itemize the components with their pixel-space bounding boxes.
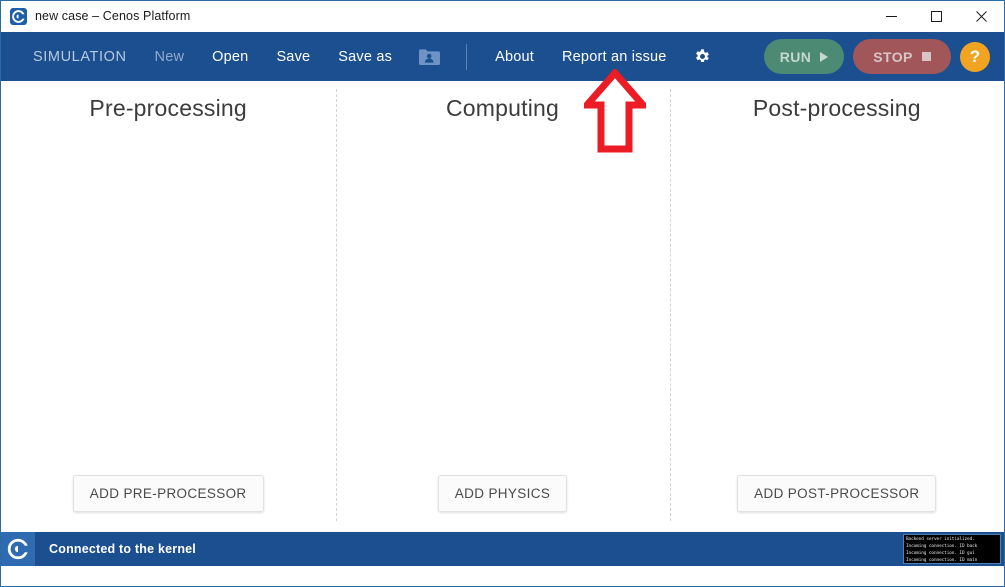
menu-item-new[interactable]: New (141, 43, 199, 71)
menu-item-open[interactable]: Open (198, 43, 262, 71)
stop-button[interactable]: STOP (853, 39, 951, 74)
menu-action-group: RUN STOP ? (764, 32, 990, 81)
cenos-platform-window: new case – Cenos Platform SIMULATION New… (0, 0, 1005, 587)
kernel-console-panel[interactable]: Backend server initialized. Incoming con… (903, 534, 1001, 564)
close-button[interactable] (959, 1, 1004, 32)
console-line: Incoming connection. ID back (906, 544, 978, 549)
add-physics-button[interactable]: ADD PHYSICS (437, 475, 568, 512)
title-bar: new case – Cenos Platform (1, 1, 1004, 32)
window-title: new case – Cenos Platform (35, 9, 191, 23)
title-bar-left: new case – Cenos Platform (1, 7, 191, 25)
column-title-computing: Computing (445, 95, 559, 121)
gear-icon[interactable] (681, 41, 724, 72)
menu-item-save-as[interactable]: Save as (324, 43, 406, 71)
menu-item-save[interactable]: Save (262, 43, 324, 71)
column-divider-left (336, 89, 337, 521)
main-menu-bar: SIMULATION New Open Save Save as About R… (1, 32, 1004, 81)
play-icon (820, 51, 829, 62)
menu-brand-simulation: SIMULATION (33, 48, 127, 65)
stop-square-icon (921, 52, 931, 61)
cenos-c-logo-icon (10, 7, 27, 25)
status-bar: Connected to the kernel Backend server i… (1, 532, 1004, 566)
folder-user-icon[interactable] (406, 42, 452, 72)
status-message: Connected to the kernel (49, 542, 196, 556)
menu-item-about[interactable]: About (481, 43, 548, 71)
column-divider-right (670, 89, 671, 521)
column-title-post-processing: Post-processing (752, 95, 921, 121)
add-post-processor-button[interactable]: ADD POST-PROCESSOR (737, 475, 937, 512)
console-line: Incoming connection. ID main (906, 558, 978, 563)
help-button[interactable]: ? (960, 41, 990, 72)
stop-button-label: STOP (873, 48, 913, 65)
workflow-canvas: Pre-processing ADD PRE-PROCESSOR Computi… (1, 69, 1004, 532)
cenos-c-logo-icon (1, 532, 35, 566)
console-line: Incoming connection. ID gui (906, 551, 975, 556)
menu-divider (466, 43, 468, 70)
console-line: Backend server initialized. (906, 537, 975, 542)
window-controls (869, 1, 1004, 32)
run-button[interactable]: RUN (764, 39, 844, 74)
column-pre-processing: Pre-processing ADD PRE-PROCESSOR (1, 81, 335, 532)
maximize-button[interactable] (914, 1, 959, 32)
add-pre-processor-button[interactable]: ADD PRE-PROCESSOR (72, 475, 264, 512)
minimize-button[interactable] (869, 1, 914, 32)
column-computing: Computing ADD PHYSICS (335, 81, 669, 532)
column-title-pre-processing: Pre-processing (89, 95, 247, 121)
menu-item-report-an-issue[interactable]: Report an issue (548, 43, 681, 71)
run-button-label: RUN (779, 48, 812, 65)
column-post-processing: Post-processing ADD POST-PROCESSOR (670, 81, 1004, 532)
